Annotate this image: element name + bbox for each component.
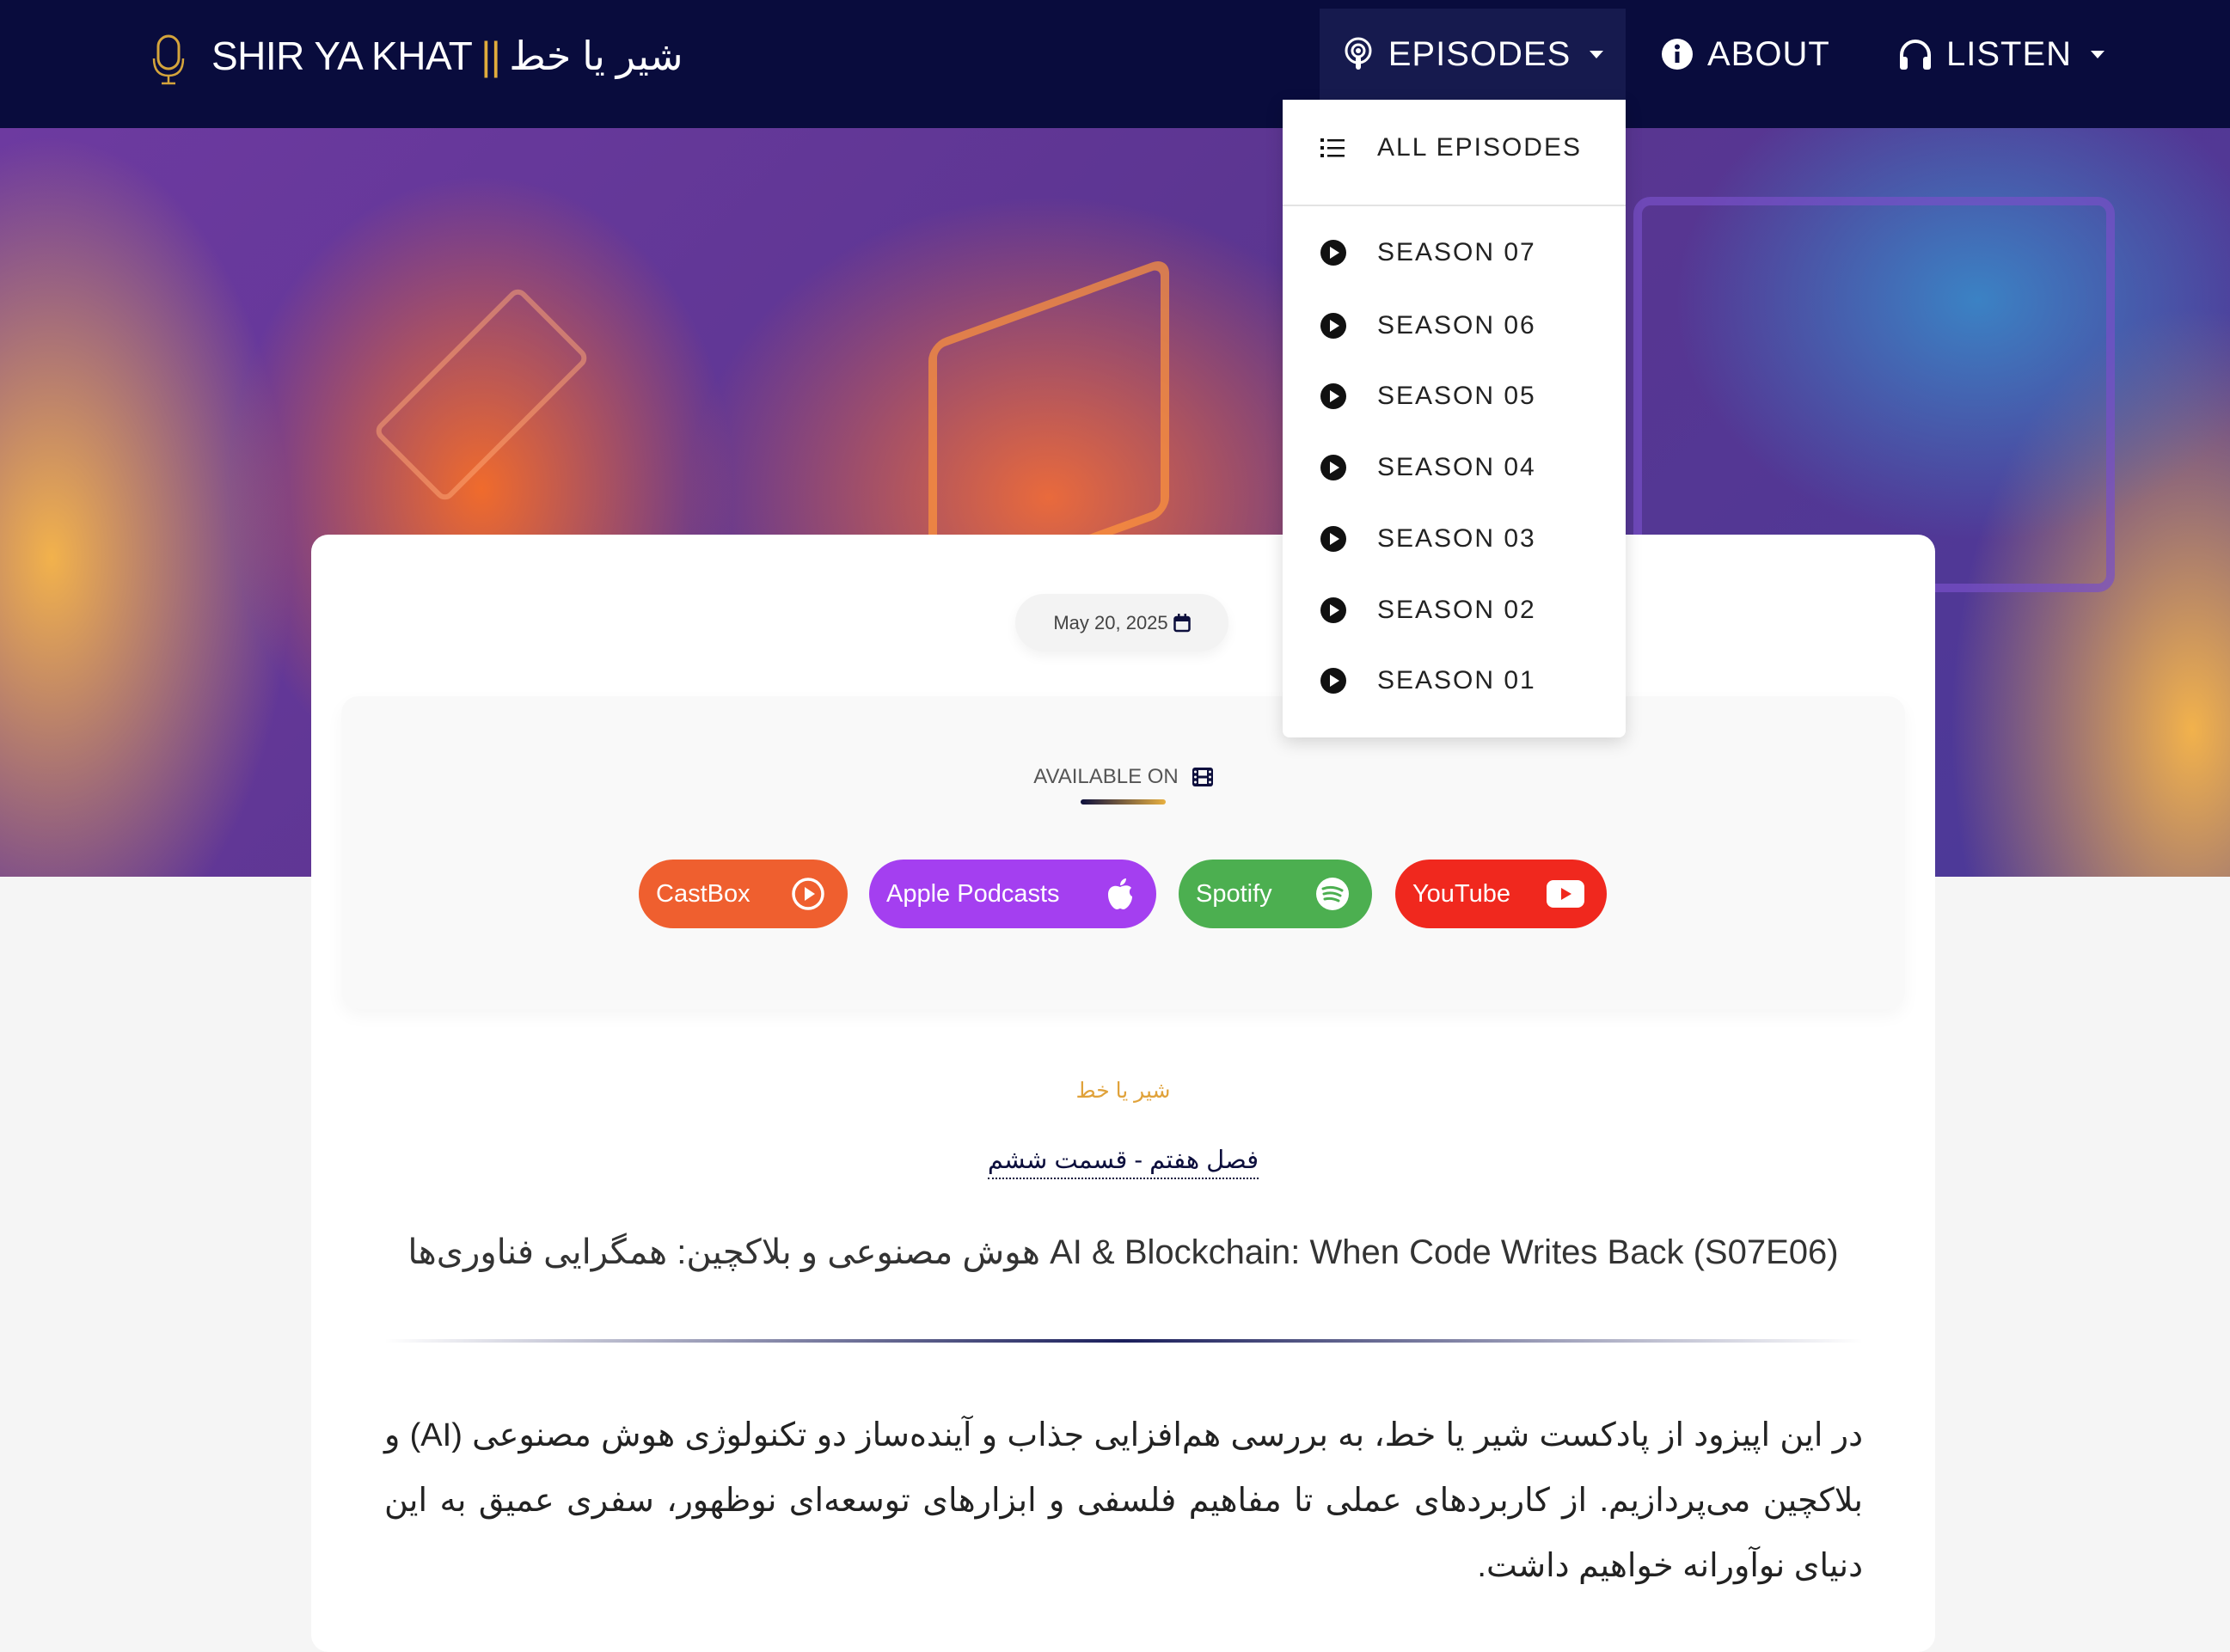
film-icon [1192,768,1213,786]
navbar: SHIR YA KHAT || شیر یا خط EPISODES ABOUT L… [0,0,2230,128]
nav-episodes[interactable]: EPISODES [1320,9,1626,100]
youtube-icon [1547,880,1584,908]
episode-title: هوش مصنوعی و بلاکچین: همگرایی فناوری‌ها … [311,1233,1935,1272]
nav-listen-label: LISTEN [1946,34,2073,73]
dropdown-season[interactable]: SEASON 05 [1283,370,1626,422]
caret-down-icon [2091,50,2105,58]
youtube-label: YouTube [1412,879,1510,908]
title-fa: هوش مصنوعی و بلاکچین: همگرایی فناوری‌ها [407,1233,1040,1271]
brand-en: SHIR YA KHAT [211,34,473,78]
play-circle-outline-icon [792,878,824,910]
play-circle-icon [1320,526,1346,552]
season-label: SEASON 02 [1377,596,1536,624]
dropdown-season[interactable]: SEASON 02 [1283,584,1626,636]
episodes-dropdown: ALL EPISODES SEASON 07 SEASON 06 SEASON … [1283,100,1626,737]
spotify-button[interactable]: Spotify [1179,860,1372,928]
date-pill: May 20, 2025 [1015,594,1228,652]
divider [384,1339,1863,1343]
season-label: SEASON 07 [1377,238,1536,266]
caret-down-icon [1590,50,1604,58]
microphone-logo-icon [152,34,185,85]
play-circle-icon [1320,597,1346,623]
dropdown-season[interactable]: SEASON 07 [1283,227,1626,278]
apple-podcasts-label: Apple Podcasts [886,879,1060,908]
castbox-button[interactable]: CastBox [639,860,848,928]
brand-fa: شیر یا خط [509,34,683,78]
episode-subtitle[interactable]: فصل هفتم - قسمت ششم [987,1147,1259,1179]
dropdown-season[interactable]: SEASON 01 [1283,655,1626,707]
nav-about-label: ABOUT [1707,34,1830,73]
dropdown-season[interactable]: SEASON 03 [1283,513,1626,565]
episode-date: May 20, 2025 [1053,611,1168,633]
brand-separator: || [481,34,501,78]
brand-title[interactable]: SHIR YA KHAT || شیر یا خط [211,33,683,79]
available-on-section: AVAILABLE ON CastBox Apple Podcasts Spot… [341,696,1905,1009]
spotify-label: Spotify [1196,879,1272,908]
dropdown-season[interactable]: SEASON 06 [1283,300,1626,352]
season-label: SEASON 05 [1377,382,1536,410]
season-label: SEASON 04 [1377,453,1536,481]
podcast-icon [1345,37,1372,70]
episode-card: May 20, 2025 AVAILABLE ON CastBox Apple … [311,535,1935,1652]
screen-graphic [1633,197,2115,592]
dropdown-all-episodes[interactable]: ALL EPISODES [1283,122,1626,174]
gradient-underline [1081,799,1166,805]
season-label: SEASON 06 [1377,311,1536,340]
season-label: SEASON 01 [1377,666,1536,694]
podcast-category[interactable]: شیر یا خط [311,1078,1935,1104]
castbox-label: CastBox [656,879,750,908]
play-circle-icon [1320,668,1346,694]
apple-icon [1108,878,1132,909]
ethereum-graphic [371,285,591,505]
play-circle-icon [1320,240,1346,266]
headphones-icon [1900,40,1931,70]
play-circle-icon [1320,313,1346,339]
all-episodes-label: ALL EPISODES [1377,133,1582,162]
play-circle-icon [1320,455,1346,480]
apple-podcasts-button[interactable]: Apple Podcasts [869,860,1156,928]
info-icon [1662,39,1693,70]
play-circle-icon [1320,383,1346,409]
episode-description: در این اپیزود از پادکست شیر یا خط، به بر… [384,1417,1863,1584]
title-en: AI & Blockchain: When Code Writes Back (… [1050,1233,1839,1271]
dropdown-divider [1283,205,1626,206]
list-icon [1320,138,1345,157]
nav-episodes-label: EPISODES [1388,34,1571,73]
nav-listen[interactable]: LISTEN [1898,9,2105,100]
calendar-icon [1173,613,1191,632]
spotify-icon [1316,878,1349,910]
season-label: SEASON 03 [1377,524,1536,553]
available-on-label: AVAILABLE ON [1033,765,1179,788]
dropdown-season[interactable]: SEASON 04 [1283,442,1626,493]
nav-about[interactable]: ABOUT [1661,9,1830,100]
youtube-button[interactable]: YouTube [1395,860,1607,928]
